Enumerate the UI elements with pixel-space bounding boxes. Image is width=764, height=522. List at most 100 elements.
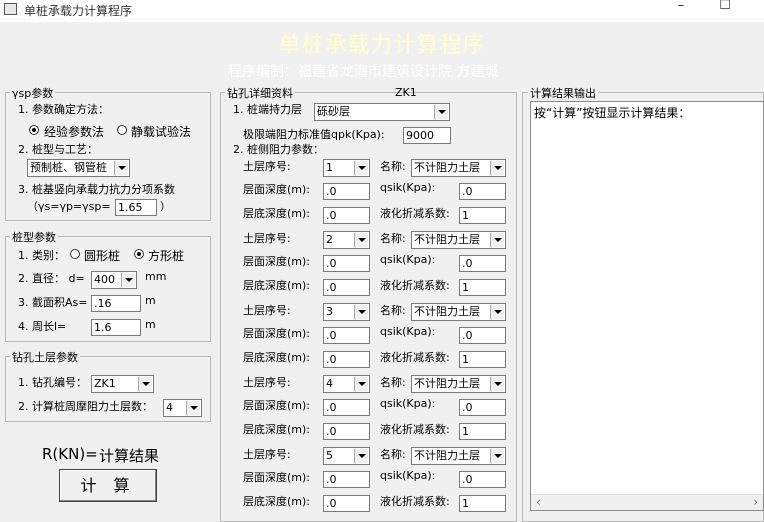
diameter-select[interactable]: 400 [91,271,137,289]
layer-bottom-label: 层底深度(m): [243,351,311,364]
window-title: 单桩承载力计算程序 [24,4,133,18]
chevron-down-icon[interactable] [186,401,200,415]
end-layer-value: 砾砂层 [317,105,350,118]
method-empirical-label[interactable]: 经验参数法 [44,123,104,140]
chevron-down-icon[interactable] [490,161,504,175]
chevron-down-icon[interactable] [354,233,368,247]
layer-top-input[interactable]: .0 [323,327,370,344]
method-static-label[interactable]: 静载试验法 [131,123,191,140]
chevron-down-icon[interactable] [354,161,368,175]
method-empirical-radio[interactable] [29,125,39,135]
layer-qsik-input[interactable]: .0 [459,327,506,344]
chevron-down-icon[interactable] [354,305,368,319]
method-static-radio[interactable] [117,125,127,135]
layer-no-label: 土层序号: [243,232,291,245]
layer-bottom-input[interactable]: .0 [323,495,370,512]
layer-reduction-input[interactable]: 1 [459,279,506,296]
layer-no-select[interactable]: 4 [323,375,370,393]
layer-name-label: 名称: [380,448,406,461]
layer-no-select[interactable]: 2 [323,231,370,249]
pile-square-label[interactable]: 方形桩 [148,247,184,264]
chevron-down-icon[interactable] [490,305,504,319]
layer-qsik-label: qsik(Kpa): [380,325,436,338]
output-group-legend: 计算结果输出 [528,85,598,101]
layer-qsik-input[interactable]: .0 [459,255,506,272]
chevron-down-icon[interactable] [138,377,152,391]
layer-bottom-input[interactable]: .0 [323,423,370,440]
layer-reduction-label: 液化折减系数: [380,351,450,364]
layer-qsik-label: qsik(Kpa): [380,181,436,194]
layer-name-value: 不计阻力土层 [414,449,480,462]
layer-reduction-input[interactable]: 1 [459,423,506,440]
layer-reduction-input[interactable]: 1 [459,351,506,368]
layer-reduction-input[interactable]: 1 [459,207,506,224]
qpk-label: 极限端阻力标准值qpk(Kpa): [243,128,385,141]
banner-subtitle: 程序编制：福建省龙海市建筑设计院 方建城 [228,64,499,80]
layer-bottom-label: 层底深度(m): [243,423,311,436]
borehole-no-value: ZK1 [94,377,116,390]
minimize-button[interactable]: – [666,0,696,18]
layer-name-select[interactable]: 不计阻力土层 [411,231,506,249]
layer-no-select[interactable]: 5 [323,447,370,465]
layer-top-input[interactable]: .0 [323,399,370,416]
layer-top-input[interactable]: .0 [323,183,370,200]
layer-name-select[interactable]: 不计阻力土层 [411,447,506,465]
end-layer-select[interactable]: 砾砂层 [314,103,450,121]
borehole-no-select[interactable]: ZK1 [91,375,154,393]
chevron-down-icon[interactable] [434,105,448,119]
area-input[interactable]: .16 [91,295,141,312]
qpk-input[interactable]: 9000 [403,127,451,144]
chevron-down-icon[interactable] [490,377,504,391]
layer-bottom-input[interactable]: .0 [323,207,370,224]
chevron-down-icon[interactable] [354,449,368,463]
chevron-down-icon[interactable] [490,233,504,247]
pile-square-radio[interactable] [134,249,144,259]
gamma-group-legend: γsp参数 [10,85,56,101]
coef-label: 3. 桩基竖向承载力抗力分项系数 [18,183,175,196]
pile-type-select[interactable]: 预制桩、钢管桩 [27,159,130,177]
layer-qsik-input[interactable]: .0 [459,399,506,416]
borehole-group-legend: 钻孔土层参数 [10,349,80,365]
chevron-down-icon[interactable] [490,449,504,463]
layer-top-input[interactable]: .0 [323,255,370,272]
layer-no-select[interactable]: 1 [323,159,370,177]
layer-no-label: 土层序号: [243,304,291,317]
layer-no-label: 土层序号: [243,376,291,389]
layer-reduction-input[interactable]: 1 [459,495,506,512]
coef-input[interactable]: 1.65 [115,199,157,216]
area-unit: m [145,294,156,307]
layer-bottom-input[interactable]: .0 [323,351,370,368]
maximize-button[interactable]: ☐ [710,0,740,18]
layer-name-label: 名称: [380,304,406,317]
chevron-down-icon[interactable] [121,273,135,287]
layer-name-select[interactable]: 不计阻力土层 [411,159,506,177]
layer-no-value: 1 [326,161,333,174]
output-textarea[interactable]: 按“计算”按钮显示计算结果： ‹ › [530,101,764,511]
chevron-down-icon[interactable] [354,377,368,391]
pile-round-label[interactable]: 圆形桩 [84,247,120,264]
layer-qsik-input[interactable]: .0 [459,183,506,200]
layer-no-label: 土层序号: [243,448,291,461]
layer-reduction-label: 液化折减系数: [380,495,450,508]
layer-no-value: 2 [326,233,333,246]
layer-qsik-input[interactable]: .0 [459,471,506,488]
layer-name-label: 名称: [380,376,406,389]
pile-type-label: 2. 桩型与工艺： [18,143,98,156]
scroll-right-icon[interactable]: › [753,495,758,509]
chevron-down-icon[interactable] [114,161,128,175]
perimeter-label: 4. 周长l= [18,320,67,333]
layer-top-input[interactable]: .0 [323,471,370,488]
layer-top-label: 层面深度(m): [243,183,311,196]
layers-count-select[interactable]: 4 [163,399,202,417]
calculate-button[interactable]: 计 算 [59,469,157,502]
layer-name-select[interactable]: 不计阻力土层 [411,303,506,321]
diameter-unit: mm [145,270,167,283]
layer-bottom-input[interactable]: .0 [323,279,370,296]
perimeter-input[interactable]: 1.6 [91,319,141,336]
layer-name-select[interactable]: 不计阻力土层 [411,375,506,393]
layer-no-select[interactable]: 3 [323,303,370,321]
horizontal-scrollbar[interactable]: ‹ › [531,494,763,510]
pile-round-radio[interactable] [70,249,80,259]
layer-top-label: 层面深度(m): [243,327,311,340]
scroll-left-icon[interactable]: ‹ [536,495,541,509]
